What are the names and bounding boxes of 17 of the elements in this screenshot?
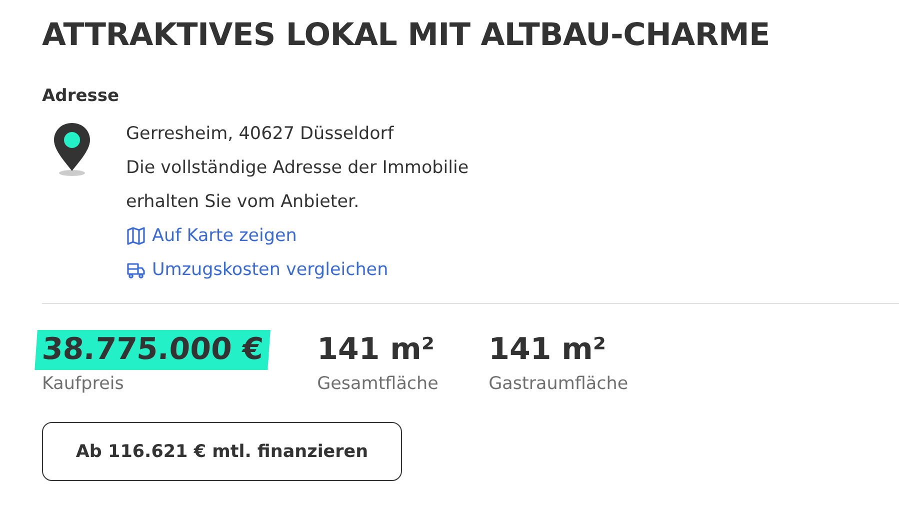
location-pin-icon: [52, 121, 92, 177]
moving-cost-link[interactable]: Umzugskosten vergleichen: [126, 253, 469, 287]
section-heading: Adresse: [42, 85, 120, 108]
figure-label: Gesamtfläche: [317, 373, 438, 396]
finance-button[interactable]: Ab 116.621 € mtl. finanzieren: [42, 422, 402, 481]
figure-label: Gastraumfläche: [488, 373, 628, 396]
map-icon: [126, 226, 146, 246]
address-text: erhalten Sie vom Anbieter.: [126, 191, 360, 214]
address-text: Die vollständige Adresse der Immobilie: [126, 157, 469, 180]
figure-value: 141 m²: [488, 331, 608, 369]
truck-icon: [126, 260, 146, 280]
figure-value: 141 m²: [316, 331, 436, 369]
map-link[interactable]: Auf Karte zeigen: [126, 219, 469, 253]
listing-title: ATTRAKTIVES LOKAL MIT ALTBAU-CHARME: [42, 16, 771, 55]
address-text: Gerresheim, 40627 Düsseldorf: [126, 123, 395, 146]
figure-label: Kaufpreis: [42, 373, 124, 396]
figure-value: 38.775.000 €: [34, 330, 270, 370]
